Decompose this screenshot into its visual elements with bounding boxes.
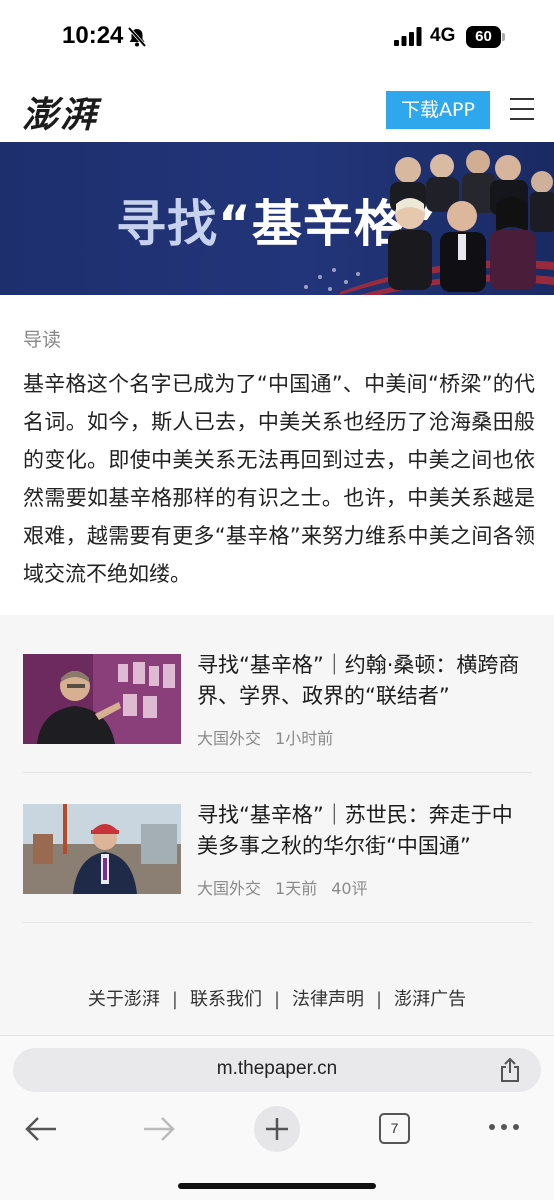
- hamburger-menu-icon[interactable]: [510, 98, 534, 120]
- footer-separator: |: [273, 989, 281, 1010]
- footer-link-about[interactable]: 关于澎湃: [88, 989, 160, 1010]
- url-text[interactable]: m.thepaper.cn: [13, 1058, 541, 1080]
- portraits-image: [388, 150, 554, 292]
- download-app-button[interactable]: 下载APP: [386, 91, 490, 129]
- forward-arrow-icon[interactable]: [142, 1114, 176, 1144]
- footer-separator: |: [376, 989, 383, 1010]
- network-label: 4G: [430, 25, 456, 46]
- divider: [23, 772, 532, 773]
- article-category[interactable]: 大国外交: [197, 729, 261, 748]
- article-meta: 大国外交 1天前 40评: [197, 875, 382, 899]
- tab-count-button[interactable]: 7: [379, 1113, 410, 1144]
- footer-link-ads[interactable]: 澎湃广告: [394, 989, 466, 1010]
- intro-label: 导读: [23, 329, 62, 351]
- banner-title-prefix: 寻找: [116, 195, 218, 253]
- signal-icon: [394, 27, 422, 46]
- plus-icon: [266, 1118, 288, 1140]
- article-list: 寻找“基辛格”｜约翰·桑顿：横跨商界、学界、政界的“联结者” 大国外交 1小时前 …: [0, 615, 554, 1035]
- browser-toolbar: m.thepaper.cn 7: [0, 1035, 554, 1200]
- status-bar: 10:24 4G 60: [0, 0, 554, 70]
- article-title[interactable]: 寻找“基辛格”｜约翰·桑顿：横跨商界、学界、政界的“联结者”: [197, 650, 533, 712]
- article-title[interactable]: 寻找“基辛格”｜苏世民：奔走于中美多事之秋的华尔街“中国通”: [197, 800, 533, 862]
- article-comments[interactable]: 40评: [331, 879, 367, 898]
- browser-nav: 7: [0, 1106, 554, 1156]
- footer-links: 关于澎湃 | 联系我们 | 法律声明 | 澎湃广告: [0, 985, 554, 1011]
- footer-link-contact[interactable]: 联系我们: [190, 989, 262, 1010]
- footer-link-legal[interactable]: 法律声明: [292, 989, 364, 1010]
- battery-level: 60: [466, 26, 501, 48]
- bell-off-icon: [127, 26, 147, 48]
- article-category[interactable]: 大国外交: [197, 879, 261, 898]
- intro-section: 导读 基辛格这个名字已成为了“中国通”、中美间“桥梁”的代名词。如今，斯人已去，…: [0, 295, 554, 615]
- site-header: 澎湃 下载APP: [0, 80, 554, 142]
- article-time: 1小时前: [275, 729, 334, 748]
- battery-tip: [502, 33, 505, 41]
- article-thumbnail: [23, 804, 181, 894]
- footer-separator: |: [171, 989, 178, 1010]
- topic-banner[interactable]: 寻找“基辛格”: [0, 142, 554, 295]
- address-bar[interactable]: m.thepaper.cn: [13, 1048, 541, 1092]
- article-thumbnail: [23, 654, 181, 744]
- share-icon[interactable]: [499, 1057, 521, 1083]
- article-time: 1天前: [275, 879, 318, 898]
- battery-icon: 60: [466, 26, 506, 48]
- intro-text: 基辛格这个名字已成为了“中国通”、中美间“桥梁”的代名词。如今，斯人已去，中美关…: [23, 372, 535, 586]
- back-arrow-icon[interactable]: [24, 1114, 58, 1144]
- new-tab-button[interactable]: [254, 1106, 300, 1152]
- status-time: 10:24: [62, 22, 124, 49]
- site-logo[interactable]: 澎湃: [22, 86, 98, 138]
- home-indicator: [178, 1183, 376, 1189]
- divider: [23, 922, 532, 923]
- article-meta: 大国外交 1小时前: [197, 725, 347, 749]
- more-options-icon[interactable]: [488, 1122, 520, 1132]
